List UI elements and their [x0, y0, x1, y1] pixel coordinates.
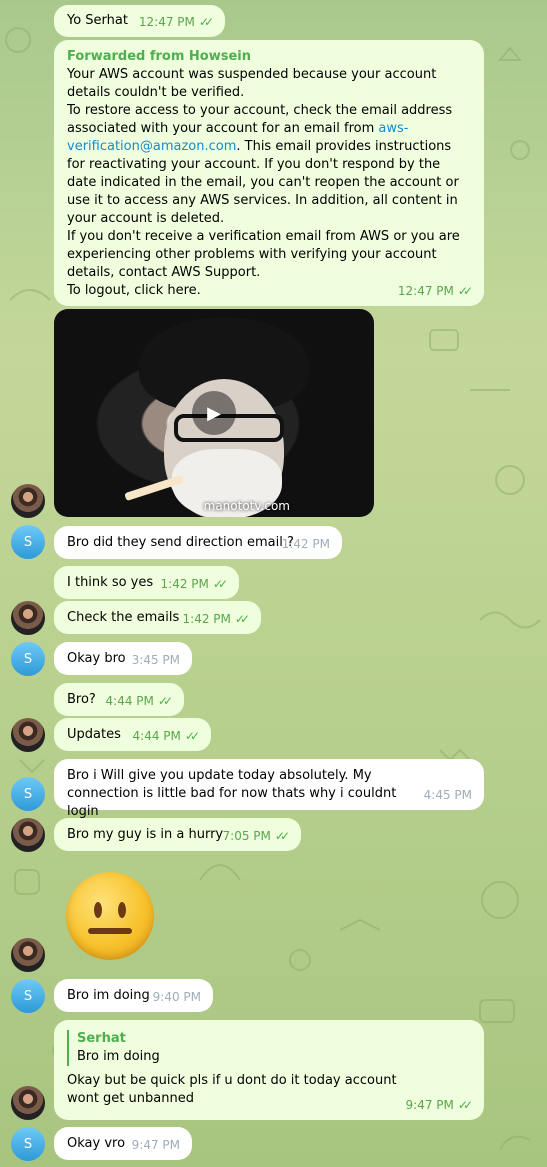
- message-bubble-incoming[interactable]: Bro did they send direction email ? 1:42…: [54, 526, 342, 559]
- message-bubble-outgoing[interactable]: Bro? 4:44 PM ✓✓: [54, 683, 184, 716]
- message-bubble-outgoing[interactable]: Yo Serhat 12:47 PM ✓✓: [54, 5, 225, 37]
- message-bubble-outgoing[interactable]: Updates 4:44 PM ✓✓: [54, 718, 211, 751]
- message-meta: 1:42 PM ✓✓: [182, 610, 251, 628]
- message-time: 1:42 PM: [160, 577, 209, 591]
- avatar[interactable]: [11, 1086, 45, 1120]
- double-check-icon: ✓✓: [457, 1098, 473, 1112]
- avatar[interactable]: S: [11, 979, 45, 1013]
- message-time: 1:42 PM: [281, 537, 330, 551]
- message-meta: 4:44 PM ✓✓: [132, 727, 201, 745]
- double-check-icon: ✓✓: [234, 612, 250, 626]
- message-bubble-outgoing[interactable]: I think so yes 1:42 PM ✓✓: [54, 566, 239, 599]
- message-text: Your AWS account was suspended because y…: [67, 67, 464, 298]
- reply-author: Serhat: [77, 1031, 126, 1046]
- avatar[interactable]: [11, 601, 45, 635]
- message-time: 9:47 PM: [405, 1098, 454, 1112]
- message-meta: 1:42 PM ✓✓: [160, 575, 229, 593]
- double-check-icon: ✓✓: [457, 284, 473, 298]
- message-bubble-outgoing[interactable]: Check the emails 1:42 PM ✓✓: [54, 601, 261, 634]
- message-time: 12:47 PM: [397, 284, 454, 298]
- play-icon[interactable]: ▶: [192, 391, 236, 435]
- message-text: Bro im doing: [67, 988, 150, 1003]
- message-meta: 7:05 PM ✓✓: [222, 827, 291, 845]
- message-bubble-incoming[interactable]: Okay bro 3:45 PM: [54, 642, 192, 675]
- message-time: 9:47 PM: [131, 1138, 180, 1152]
- message-meta: 12:47 PM ✓✓: [138, 13, 214, 31]
- reply-message-bubble[interactable]: Serhat Bro im doing Okay but be quick pl…: [54, 1020, 484, 1120]
- double-check-icon: ✓✓: [184, 729, 200, 743]
- avatar[interactable]: S: [11, 525, 45, 559]
- message-meta: 4:45 PM: [424, 786, 472, 804]
- double-check-icon: ✓✓: [157, 694, 173, 708]
- message-text: Updates: [67, 727, 121, 742]
- message-meta: 3:45 PM: [132, 651, 180, 669]
- avatar[interactable]: [11, 818, 45, 852]
- message-text: I think so yes: [67, 575, 154, 590]
- video-watermark: manototv.com: [203, 499, 290, 513]
- message-meta: 9:47 PM: [132, 1136, 180, 1154]
- forwarded-message-bubble[interactable]: Forwarded from Howsein Your AWS account …: [54, 40, 484, 306]
- message-meta: 9:47 PM ✓✓: [405, 1096, 474, 1114]
- message-text: Okay but be quick pls if u dont do it to…: [67, 1073, 401, 1106]
- message-text: Okay bro: [67, 651, 126, 666]
- message-meta: 1:42 PM: [282, 535, 330, 553]
- message-text: Bro did they send direction email ?: [67, 535, 294, 550]
- avatar[interactable]: [11, 718, 45, 752]
- message-time: 1:42 PM: [182, 612, 231, 626]
- message-time: 9:40 PM: [152, 990, 201, 1004]
- message-bubble-outgoing[interactable]: Bro my guy is in a hurry 7:05 PM ✓✓: [54, 818, 301, 851]
- message-text: Bro i Will give you update today absolut…: [67, 768, 401, 819]
- neutral-face-icon[interactable]: [66, 872, 154, 960]
- message-meta: 4:44 PM ✓✓: [105, 692, 174, 710]
- message-text: Check the emails: [67, 610, 180, 625]
- avatar[interactable]: [11, 484, 45, 518]
- message-time: 3:45 PM: [131, 653, 180, 667]
- message-time: 7:05 PM: [222, 829, 271, 843]
- message-bubble-incoming[interactable]: Bro i Will give you update today absolut…: [54, 759, 484, 819]
- message-text: Bro my guy is in a hurry: [67, 827, 224, 842]
- message-text: Okay vro: [67, 1136, 126, 1151]
- message-time: 4:44 PM: [132, 729, 181, 743]
- video-message[interactable]: ▶ manototv.com: [54, 309, 374, 517]
- reply-quote[interactable]: Serhat Bro im doing: [67, 1030, 424, 1066]
- avatar[interactable]: S: [11, 777, 45, 811]
- double-check-icon: ✓✓: [274, 829, 290, 843]
- avatar[interactable]: S: [11, 1127, 45, 1161]
- message-time: 4:44 PM: [105, 694, 154, 708]
- message-time: 4:45 PM: [423, 788, 472, 802]
- message-bubble-incoming[interactable]: Okay vro 9:47 PM: [54, 1127, 192, 1160]
- message-text: Yo Serhat: [67, 13, 128, 28]
- reply-text: Bro im doing: [77, 1049, 160, 1064]
- message-text: Bro?: [67, 692, 96, 707]
- message-meta: 9:40 PM: [153, 988, 201, 1006]
- avatar[interactable]: S: [11, 642, 45, 676]
- message-bubble-incoming[interactable]: Bro im doing 9:40 PM: [54, 979, 213, 1012]
- message-meta: 12:47 PM ✓✓: [397, 282, 473, 300]
- double-check-icon: ✓✓: [212, 577, 228, 591]
- forwarded-from-label: Forwarded from Howsein: [67, 49, 251, 64]
- avatar[interactable]: [11, 938, 45, 972]
- message-time: 12:47 PM: [138, 15, 195, 29]
- double-check-icon: ✓✓: [198, 15, 214, 29]
